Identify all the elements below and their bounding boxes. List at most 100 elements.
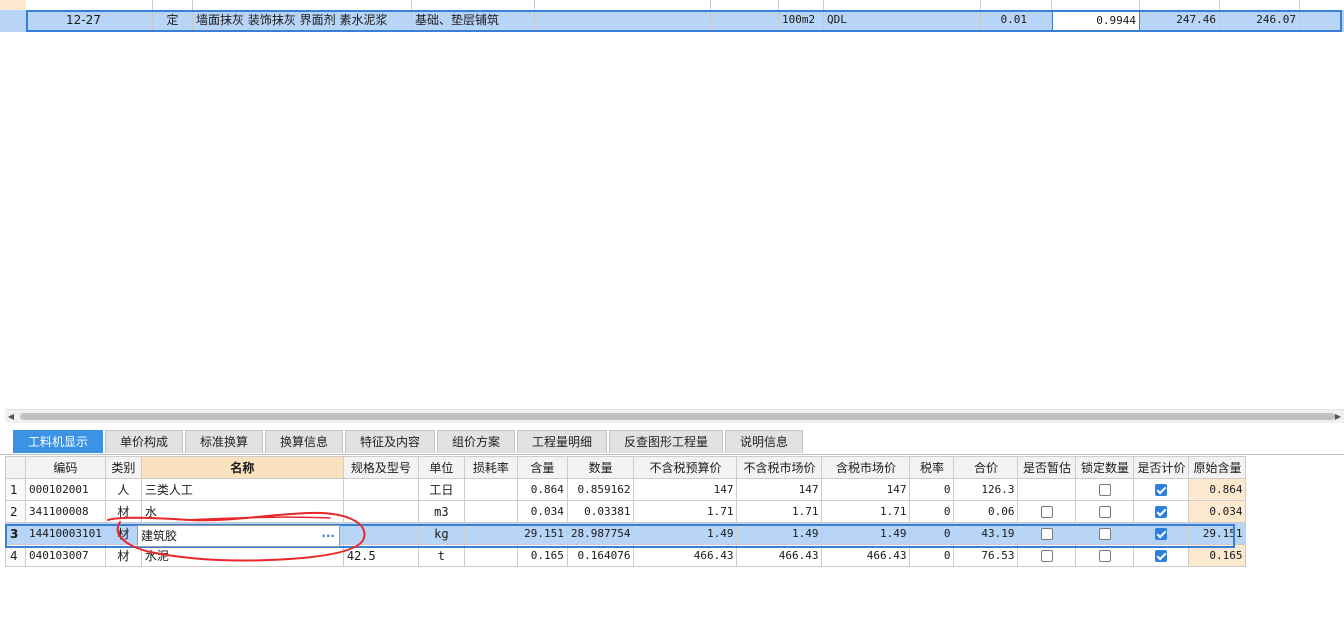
cell-code[interactable] (26, 0, 153, 10)
cell-lock-quantity[interactable] (1075, 544, 1135, 567)
cell-total[interactable]: 246.07 (1220, 10, 1300, 32)
tab-features[interactable]: 特征及内容 (345, 430, 435, 453)
priced-checkbox[interactable] (1155, 550, 1168, 562)
cell-original-content[interactable]: 0.034 (1188, 500, 1247, 523)
cell-name[interactable]: 三类人工 (140, 478, 344, 501)
cell-market-price-tax[interactable]: 147 (821, 478, 911, 501)
header-unit[interactable]: 单位 (417, 456, 465, 479)
cell-lock-quantity[interactable] (1075, 522, 1135, 545)
cell-type[interactable]: 材 (104, 544, 142, 567)
provisional-checkbox[interactable] (1040, 550, 1053, 562)
cell-quantity[interactable]: 28.987754 (566, 522, 635, 545)
table-row[interactable]: 2 341100008 材 水 m3 0.034 0.03381 1.71 1.… (5, 500, 1247, 523)
cell-tax-rate[interactable]: 0 (909, 478, 955, 501)
tab-pricing-plan[interactable]: 组价方案 (437, 430, 515, 453)
cell-code[interactable]: 000102001 (25, 478, 106, 501)
cell-total[interactable]: 43.19 (953, 522, 1019, 545)
cell-code[interactable]: 341100008 (25, 500, 106, 523)
lock-quantity-checkbox[interactable] (1098, 528, 1111, 540)
cell-tax-rate[interactable]: 0 (909, 522, 955, 545)
cell-provisional[interactable] (1017, 544, 1077, 567)
scroll-left-icon[interactable]: ◀ (5, 410, 17, 423)
selected-quota-row[interactable]: 12-27 定 墙面抹灰 装饰抹灰 界面剂 素水泥浆 基础、垫层铺筑 100m2… (0, 10, 1344, 32)
provisional-checkbox[interactable] (1040, 528, 1053, 540)
cell-unit[interactable] (779, 0, 824, 10)
header-tax-rate[interactable]: 税率 (909, 456, 955, 479)
cell-priced[interactable] (1133, 522, 1190, 545)
header-content[interactable]: 含量 (516, 456, 568, 479)
scroll-thumb[interactable] (20, 413, 1335, 420)
header-original-content[interactable]: 原始含量 (1188, 456, 1247, 479)
cell-name[interactable]: 水 (140, 500, 344, 523)
cell-unit[interactable]: kg (417, 522, 465, 545)
cell-price[interactable] (1140, 0, 1220, 10)
tab-quantity-detail[interactable]: 工程量明细 (517, 430, 607, 453)
cell-lock-quantity[interactable] (1075, 478, 1135, 501)
cell-loss[interactable] (463, 500, 518, 523)
header-provisional[interactable]: 是否暂估 (1017, 456, 1077, 479)
header-total[interactable]: 合价 (953, 456, 1019, 479)
cell-code[interactable]: 14410003101 (25, 522, 106, 545)
tab-description[interactable]: 说明信息 (725, 430, 803, 453)
cell-quantity[interactable] (1052, 0, 1140, 10)
cell-lock-quantity[interactable] (1075, 500, 1135, 523)
cell-total[interactable] (1220, 0, 1300, 10)
header-spec[interactable]: 规格及型号 (342, 456, 419, 479)
cell-type[interactable]: 人 (104, 478, 142, 501)
priced-checkbox[interactable] (1155, 484, 1168, 496)
cell-name[interactable]: 墙面抹灰 装饰抹灰 界面剂 素水泥浆 (193, 10, 412, 32)
header-priced[interactable]: 是否计价 (1133, 456, 1190, 479)
cell-market-price-tax[interactable]: 466.43 (821, 544, 911, 567)
cell-budget-price[interactable]: 1.71 (633, 500, 738, 523)
quantity-edit-input[interactable]: 0.9944 (1052, 11, 1140, 31)
priced-checkbox[interactable] (1155, 506, 1168, 518)
cell-code[interactable]: 12-27 (26, 10, 153, 32)
cell-market-price[interactable]: 147 (736, 478, 823, 501)
provisional-checkbox[interactable] (1040, 506, 1053, 518)
cell-quantity[interactable]: 0.859162 (566, 478, 635, 501)
header-loss[interactable]: 损耗率 (463, 456, 518, 479)
cell-total[interactable]: 76.53 (953, 544, 1019, 567)
cell-content[interactable]: 0.01 (981, 10, 1052, 32)
cell-quantity[interactable]: 0.03381 (566, 500, 635, 523)
cell-provisional[interactable] (1017, 500, 1077, 523)
cell-name[interactable] (193, 0, 412, 10)
name-edit-input[interactable]: 建筑胶 ··· (137, 525, 340, 547)
cell-priced[interactable] (1133, 500, 1190, 523)
header-lock-quantity[interactable]: 锁定数量 (1075, 456, 1135, 479)
cell-total[interactable]: 0.06 (953, 500, 1019, 523)
cell-name[interactable]: 水泥 (140, 544, 344, 567)
cell-type[interactable]: 材 (104, 522, 142, 545)
cell-spec[interactable] (342, 500, 419, 523)
horizontal-scrollbar[interactable]: ◀ ▶ (5, 409, 1344, 423)
cell-original-content[interactable]: 0.864 (1188, 478, 1247, 501)
cell-content[interactable]: 0.165 (516, 544, 568, 567)
tab-labor-material[interactable]: 工料机显示 (13, 430, 103, 453)
cell-budget-price[interactable]: 147 (633, 478, 738, 501)
cell-original-content[interactable]: 29.151 (1188, 522, 1247, 545)
more-options-icon[interactable]: ··· (321, 526, 335, 546)
table-row[interactable]: 1 000102001 人 三类人工 工日 0.864 0.859162 147… (5, 478, 1247, 501)
cell-type[interactable]: 材 (104, 500, 142, 523)
header-quantity[interactable]: 数量 (566, 456, 635, 479)
cell-unit[interactable]: 100m2 (779, 10, 824, 32)
header-market-price-tax[interactable]: 含税市场价 (821, 456, 911, 479)
cell-code[interactable]: 040103007 (25, 544, 106, 567)
cell-unit[interactable]: m3 (417, 500, 465, 523)
cell-unit[interactable]: 工日 (417, 478, 465, 501)
cell-budget-price[interactable]: 1.49 (633, 522, 738, 545)
cell-spec[interactable] (342, 478, 419, 501)
lock-quantity-checkbox[interactable] (1098, 550, 1111, 562)
tab-conversion-info[interactable]: 换算信息 (265, 430, 343, 453)
cell-content[interactable]: 0.864 (516, 478, 568, 501)
cell-price[interactable]: 247.46 (1140, 10, 1220, 32)
cell-provisional[interactable] (1017, 522, 1077, 545)
cell-content[interactable]: 0.034 (516, 500, 568, 523)
priced-checkbox[interactable] (1155, 528, 1168, 540)
cell-tax-rate[interactable]: 0 (909, 544, 955, 567)
cell-loss[interactable] (463, 544, 518, 567)
cell-market-price[interactable]: 1.71 (736, 500, 823, 523)
header-name[interactable]: 名称 (140, 456, 344, 479)
header-market-price[interactable]: 不含税市场价 (736, 456, 823, 479)
scroll-right-icon[interactable]: ▶ (1332, 410, 1344, 423)
